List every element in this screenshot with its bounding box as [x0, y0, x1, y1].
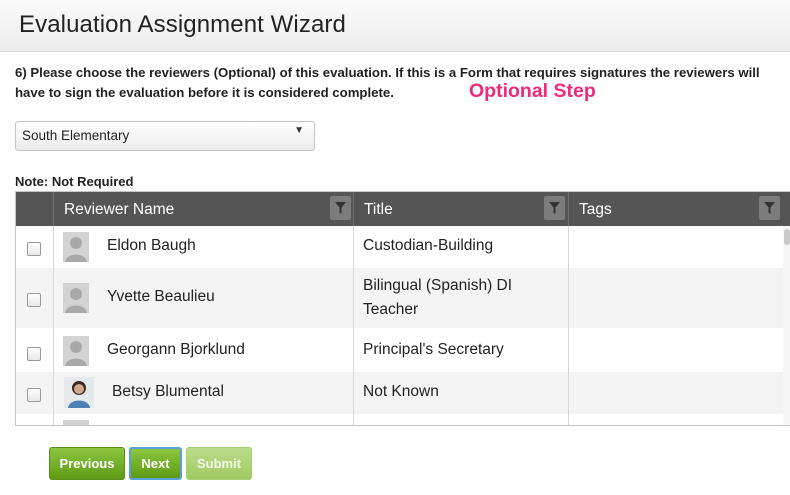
tags-cell	[568, 226, 784, 268]
photo-avatar-icon	[64, 377, 94, 408]
placeholder-avatar-icon	[63, 283, 89, 313]
header-checkbox-column	[16, 192, 53, 226]
reviewers-grid: Reviewer Name Title Tags Eldon Baugh Cus…	[15, 191, 790, 426]
filter-icon[interactable]	[759, 196, 780, 220]
row-checkbox[interactable]	[27, 388, 41, 402]
dropdown-arrow-icon: ▼	[294, 125, 304, 136]
table-row[interactable]: Betsy Blumental Not Known	[16, 372, 784, 414]
tags-cell	[568, 372, 784, 414]
previous-button[interactable]: Previous	[49, 447, 125, 480]
tags-cell	[568, 268, 784, 328]
wizard-header: Evaluation Assignment Wizard	[0, 0, 790, 52]
reviewer-name-cell: Eldon Baugh	[53, 226, 353, 268]
submit-button[interactable]: Submit	[186, 447, 252, 480]
filter-icon[interactable]	[330, 196, 351, 220]
reviewer-title: Bilingual (Spanish) DI Teacher	[363, 277, 513, 318]
reviewer-name-cell: Yvette Beaulieu	[53, 268, 353, 328]
column-header-label: Reviewer Name	[64, 201, 175, 218]
step-instructions: 6) Please choose the reviewers (Optional…	[15, 65, 760, 100]
table-row[interactable]: Georgann Bjorklund Principal's Secretary	[16, 328, 784, 372]
reviewer-title: Not Known	[363, 383, 439, 400]
checkbox-cell	[16, 328, 53, 372]
tags-cell	[568, 328, 784, 372]
reviewer-title: Principal's Secretary	[363, 341, 504, 358]
column-header-tags[interactable]: Tags	[568, 192, 790, 226]
reviewer-name-cell: Georgann Bjorklund	[53, 328, 353, 372]
page-title: Evaluation Assignment Wizard	[19, 11, 346, 38]
row-checkbox[interactable]	[27, 293, 41, 307]
checkbox-cell	[16, 372, 53, 414]
title-cell: Not Known	[353, 372, 568, 414]
checkbox-cell	[16, 414, 53, 425]
reviewer-name: Betsy Blumental	[112, 383, 224, 400]
table-row[interactable]: Eldon Baugh Custodian-Building	[16, 226, 784, 268]
column-header-reviewer-name[interactable]: Reviewer Name	[53, 192, 353, 226]
note-text: Note: Not Required	[15, 174, 134, 189]
title-cell: Bilingual (Spanish) DI Teacher	[353, 268, 568, 328]
grid-body: Eldon Baugh Custodian-Building Yvette Be…	[16, 226, 790, 425]
reviewer-name: Eldon Baugh	[107, 237, 196, 254]
reviewer-name-cell	[53, 414, 353, 425]
table-row-partial	[16, 414, 784, 425]
grid-scroll-thumb[interactable]	[784, 229, 790, 245]
row-checkbox[interactable]	[27, 347, 41, 361]
row-checkbox[interactable]	[27, 242, 41, 256]
reviewer-name-cell: Betsy Blumental	[53, 372, 353, 414]
filter-icon[interactable]	[544, 196, 565, 220]
optional-step-label: Optional Step	[469, 80, 596, 102]
tags-cell	[568, 414, 784, 425]
next-button[interactable]: Next	[129, 447, 182, 480]
reviewer-title: Custodian-Building	[363, 237, 494, 254]
placeholder-avatar-icon	[63, 232, 89, 262]
checkbox-cell	[16, 226, 53, 268]
title-cell	[353, 414, 568, 425]
checkbox-cell	[16, 268, 53, 328]
reviewer-name: Georgann Bjorklund	[107, 341, 245, 358]
column-header-label: Title	[364, 201, 393, 218]
school-dropdown-value: South Elementary	[22, 128, 130, 143]
title-cell: Custodian-Building	[353, 226, 568, 268]
column-header-label: Tags	[579, 201, 612, 218]
column-header-title[interactable]: Title	[353, 192, 568, 226]
school-dropdown[interactable]: South Elementary ▼	[15, 121, 315, 151]
table-row[interactable]: Yvette Beaulieu Bilingual (Spanish) DI T…	[16, 268, 784, 328]
placeholder-avatar-icon	[63, 336, 89, 366]
reviewer-name: Yvette Beaulieu	[107, 288, 215, 305]
grid-scrollbar[interactable]	[783, 226, 790, 425]
placeholder-avatar-icon	[63, 420, 89, 425]
grid-header: Reviewer Name Title Tags	[16, 192, 790, 226]
title-cell: Principal's Secretary	[353, 328, 568, 372]
